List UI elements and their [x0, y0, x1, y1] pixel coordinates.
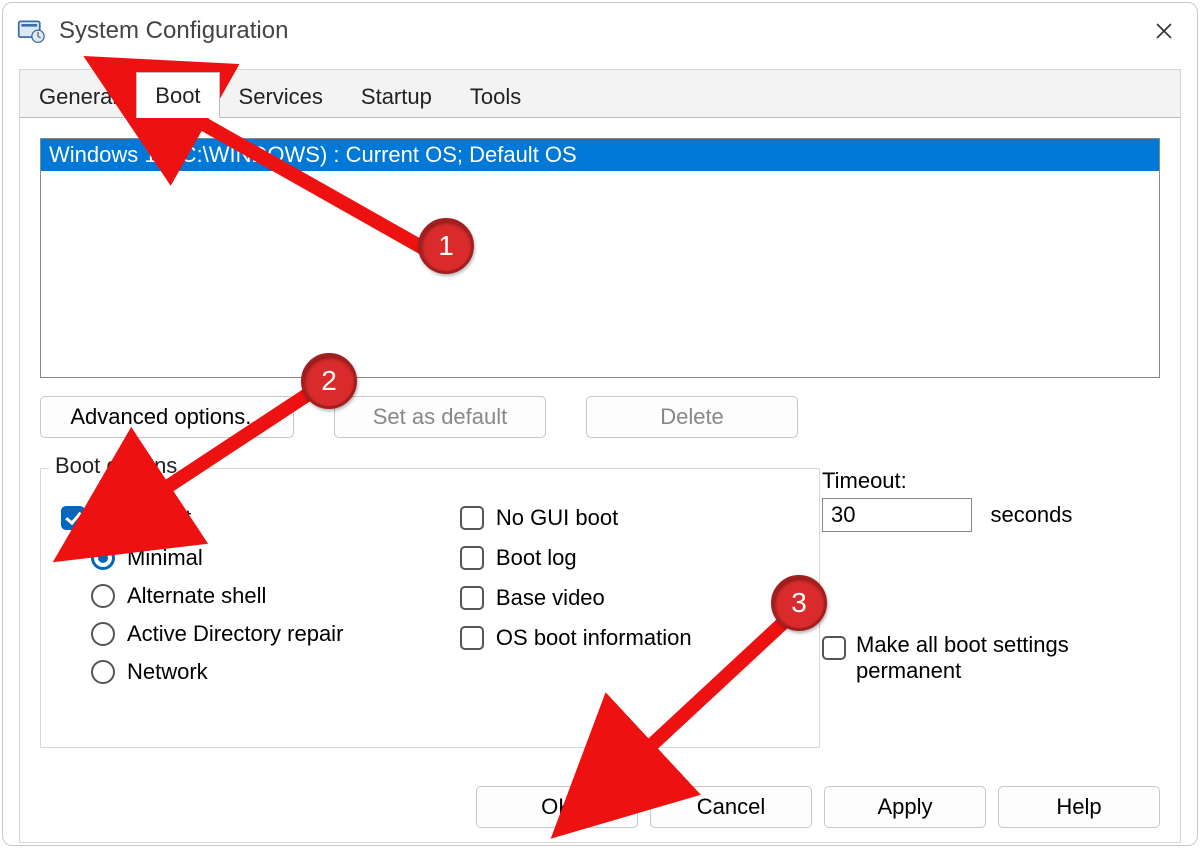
delete-button: Delete [586, 396, 798, 438]
boot-panel: Windows 11 (C:\WINDOWS) : Current OS; De… [19, 117, 1181, 843]
boot-log-checkbox[interactable]: Boot log [460, 545, 799, 571]
boot-options-group: Boot options Safe boot Minimal [40, 468, 820, 748]
checkbox-icon [460, 626, 484, 650]
tab-boot[interactable]: Boot [136, 72, 219, 118]
tab-services[interactable]: Services [220, 73, 342, 118]
system-configuration-window: System Configuration General Boot Servic… [2, 2, 1198, 846]
checkbox-icon [822, 636, 846, 660]
os-boot-info-checkbox[interactable]: OS boot information [460, 625, 799, 651]
apply-button[interactable]: Apply [824, 786, 986, 828]
radio-ad-repair[interactable]: Active Directory repair [91, 621, 460, 647]
tab-startup[interactable]: Startup [342, 73, 451, 118]
dialog-buttons: OK Cancel Apply Help [476, 786, 1160, 828]
radio-alternate-shell[interactable]: Alternate shell [91, 583, 460, 609]
make-permanent-checkbox[interactable]: Make all boot settings permanent [822, 632, 1132, 684]
set-default-button: Set as default [334, 396, 546, 438]
os-info-label: OS boot information [496, 625, 692, 651]
checkbox-icon [61, 506, 85, 530]
base-video-checkbox[interactable]: Base video [460, 585, 799, 611]
boot-log-label: Boot log [496, 545, 577, 571]
radio-icon [91, 546, 115, 570]
radio-altshell-label: Alternate shell [127, 583, 266, 609]
titlebar: System Configuration [3, 3, 1197, 59]
radio-icon [91, 660, 115, 684]
make-permanent-label: Make all boot settings permanent [856, 632, 1132, 684]
help-button[interactable]: Help [998, 786, 1160, 828]
radio-network-label: Network [127, 659, 208, 685]
radio-network[interactable]: Network [91, 659, 460, 685]
radio-icon [91, 622, 115, 646]
no-gui-boot-checkbox[interactable]: No GUI boot [460, 505, 799, 531]
radio-adrepair-label: Active Directory repair [127, 621, 343, 647]
radio-icon [91, 584, 115, 608]
safe-boot-checkbox[interactable]: Safe boot [61, 505, 460, 531]
boot-action-row: Advanced options... Set as default Delet… [40, 396, 1160, 438]
checkbox-icon [460, 546, 484, 570]
ok-button[interactable]: OK [476, 786, 638, 828]
tab-general[interactable]: General [20, 73, 136, 118]
timeout-input[interactable] [822, 498, 972, 532]
no-gui-label: No GUI boot [496, 505, 618, 531]
base-video-label: Base video [496, 585, 605, 611]
advanced-options-button[interactable]: Advanced options... [40, 396, 294, 438]
tab-tools[interactable]: Tools [451, 73, 540, 118]
tab-bar: General Boot Services Startup Tools [19, 69, 1181, 117]
timeout-section: Timeout: seconds Make all boot settings … [822, 468, 1132, 684]
cancel-button[interactable]: Cancel [650, 786, 812, 828]
boot-options-legend: Boot options [49, 453, 183, 479]
safe-boot-label: Safe boot [97, 505, 191, 531]
radio-minimal-label: Minimal [127, 545, 203, 571]
checkbox-icon [460, 506, 484, 530]
boot-settings-area: Boot options Safe boot Minimal [40, 468, 1160, 748]
close-button[interactable] [1149, 16, 1179, 46]
window-title: System Configuration [59, 17, 1149, 45]
os-entry-selected[interactable]: Windows 11 (C:\WINDOWS) : Current OS; De… [41, 139, 1159, 171]
os-list[interactable]: Windows 11 (C:\WINDOWS) : Current OS; De… [40, 138, 1160, 378]
radio-minimal[interactable]: Minimal [91, 545, 460, 571]
timeout-label: Timeout: [822, 468, 1132, 494]
timeout-unit: seconds [990, 502, 1072, 527]
checkbox-icon [460, 586, 484, 610]
msconfig-icon [17, 17, 45, 45]
